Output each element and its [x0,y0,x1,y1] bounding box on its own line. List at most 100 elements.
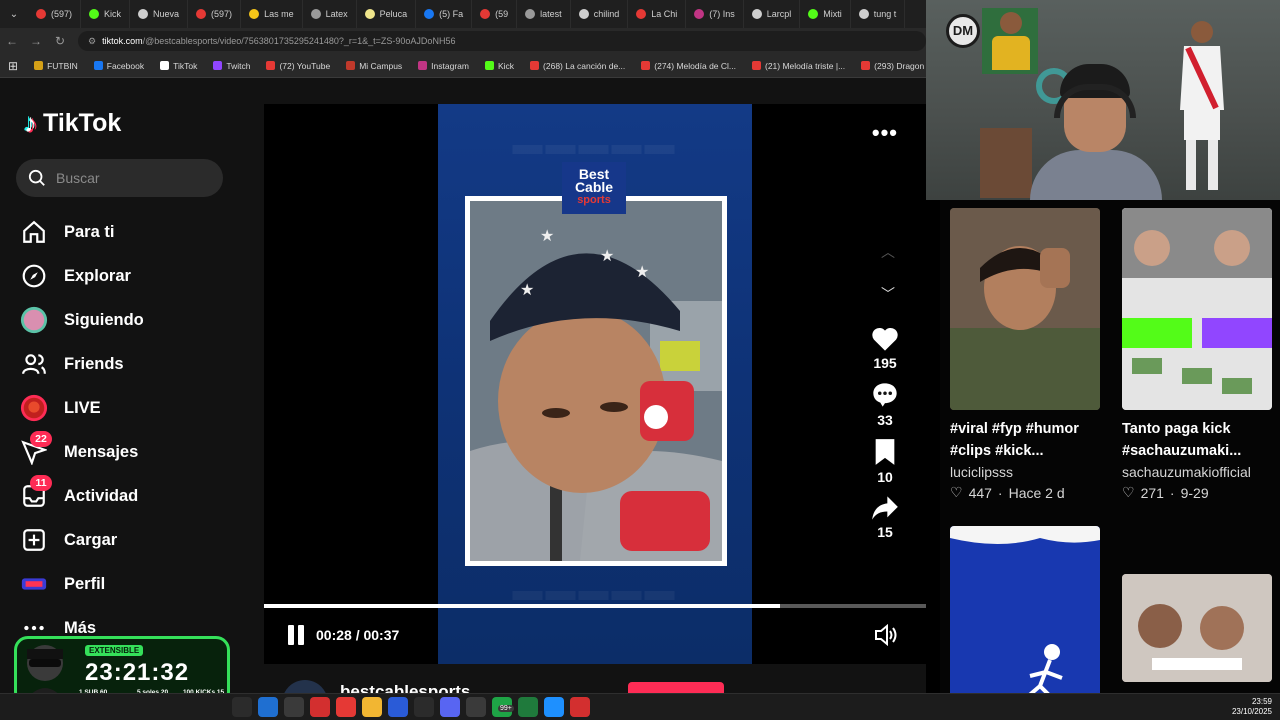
sidebar-item-label: Perfil [64,574,106,593]
search-box[interactable] [16,159,223,197]
bookmark-item[interactable]: (21) Melodía triste |... [744,61,853,71]
word-icon[interactable] [388,697,408,717]
browser-tab[interactable]: chilind [571,0,629,28]
video-progress-fill [264,604,781,608]
save-button[interactable]: 10 [873,438,897,485]
sidebar-item-siguiendo[interactable]: Siguiendo [20,298,230,342]
bookmark-item[interactable]: FUTBIN [26,61,86,71]
follow-button[interactable] [628,682,724,693]
browser-tab[interactable]: Kick [81,0,131,28]
video-thumbnail[interactable] [950,526,1100,693]
browser-tab[interactable]: Peluca [357,0,417,28]
notification-badge: 22 [30,431,52,447]
back-icon[interactable]: ← [0,34,24,48]
bookmark-item[interactable]: Kick [477,61,522,71]
pause-button[interactable] [288,625,304,645]
more-options-icon[interactable]: ••• [872,120,898,146]
recommended-video-card[interactable] [950,526,1100,693]
sidebar-item-actividad[interactable]: 11 Actividad [20,474,230,518]
browser-tab[interactable]: latest [517,0,571,28]
recommended-title[interactable]: Tanto paga kick #sachauzumaki... [1122,418,1280,462]
browser-tab[interactable]: Larcpl [744,0,801,28]
browser-tab[interactable]: Nueva [130,0,189,28]
comment-button[interactable]: 33 [871,381,899,428]
browser-tab[interactable]: Mixti [800,0,851,28]
media-player-icon[interactable] [570,697,590,717]
author-name[interactable]: bestcablesports [340,682,470,693]
record-icon[interactable] [310,697,330,717]
share-button[interactable]: 15 [871,495,899,540]
sidebar-item-cargar[interactable]: Cargar [20,518,230,562]
bookmark-item[interactable]: (274) Melodía de Cl... [633,61,744,71]
taskbar-clock[interactable]: 23:59 23/10/2025 [1232,697,1272,717]
browser-tab[interactable]: (597) [188,0,242,28]
settings-icon[interactable] [466,697,486,717]
recommended-author[interactable]: sachauzumakiofficial [1122,464,1272,480]
browser-tab[interactable]: La Chi [628,0,687,28]
sidebar-item-live[interactable]: LIVE [20,386,230,430]
sidebar-item-friends[interactable]: Friends [20,342,230,386]
search-input[interactable] [56,170,206,186]
sidebar-item-label: Cargar [64,530,118,549]
bookmark-item[interactable]: Twitch [205,61,258,71]
forward-icon[interactable]: → [24,34,48,48]
media-icon[interactable] [336,697,356,717]
bookmark-label: FUTBIN [47,60,78,71]
volume-button[interactable] [874,623,898,651]
like-count: 195 [873,355,897,371]
bookmark-item[interactable]: (268) La canción de... [522,61,633,71]
browser-tab[interactable]: Las me [241,0,303,28]
discord-icon[interactable] [440,697,460,717]
terminal-icon[interactable] [284,697,304,717]
browser-tab[interactable]: tung t [851,0,906,28]
volume-icon [875,623,897,647]
next-video-icon[interactable]: ﹀ [881,284,895,304]
bookmark-item[interactable]: Mi Campus [338,61,410,71]
browser-tab[interactable]: (597) [28,0,82,28]
video-thumbnail[interactable] [1122,208,1272,410]
video-player[interactable]: ▬▬▬▬▬ ▬▬▬▬▬ ★ ★ ★ ★ Best Cable sports ••… [264,104,926,664]
sidebar-item-explorar[interactable]: Explorar [20,254,230,298]
browser-tab[interactable]: (5) Fa [416,0,473,28]
tab-favicon-icon [89,9,100,19]
recommended-date: 9-29 [1180,484,1209,501]
tab-search-chevron-icon[interactable]: ⌄ [0,9,28,20]
bookmark-item[interactable]: (293) Dragon Ball E... [853,61,926,71]
recommended-title[interactable]: #viral #fyp #humor #clips #kick... [950,418,1110,462]
author-avatar[interactable] [282,680,328,693]
site-info-icon[interactable]: ⚙ [88,36,96,47]
like-button[interactable]: 195 [871,326,899,371]
folder-icon[interactable] [362,697,382,717]
video-progress-bar[interactable] [264,604,926,608]
whatsapp-icon[interactable]: 99+ [492,697,514,717]
video-controls: 00:28 / 00:37 [264,616,926,656]
previous-video-icon[interactable]: ︿ [881,242,895,262]
recommended-video-card[interactable]: #viral #fyp #humor #clips #kick... lucicl… [950,208,1100,501]
edge-icon[interactable] [258,697,278,717]
tiktok-logo[interactable]: ♪ TikTok [24,108,121,139]
sidebar-item-perfil[interactable]: Perfil [20,562,230,606]
recommended-video-card[interactable]: Tanto paga kick #sachauzumaki... sachauzu… [1122,208,1272,501]
calculator-icon[interactable] [518,697,538,717]
video-frame[interactable]: ▬▬▬▬▬ ▬▬▬▬▬ ★ ★ ★ ★ Best Cable sports [438,104,752,664]
recommended-video-card[interactable] [1122,574,1272,682]
video-thumbnail[interactable] [950,208,1100,410]
sidebar-item-para-ti[interactable]: Para ti [20,210,230,254]
app-icon[interactable] [232,697,252,717]
tiktok-app-icon[interactable] [414,697,434,717]
sidebar-item-label: LIVE [64,398,101,417]
bookmark-item[interactable]: Facebook [86,61,152,71]
apps-grid-icon[interactable]: ⊞ [0,59,26,73]
sidebar-item-mensajes[interactable]: 22 Mensajes [20,430,230,474]
bookmark-item[interactable]: (72) YouTube [258,61,338,71]
browser-tab[interactable]: Latex [303,0,357,28]
bookmark-item[interactable]: TikTok [152,61,205,71]
url-field[interactable]: ⚙ tiktok.com/@bestcablesports/video/7563… [78,31,926,51]
bookmark-item[interactable]: Instagram [410,61,477,71]
photos-icon[interactable] [544,697,564,717]
browser-tab[interactable]: (59 [472,0,518,28]
recommended-author[interactable]: luciclipsss [950,464,1100,480]
browser-tab[interactable]: (7) Ins [686,0,744,28]
video-thumbnail[interactable] [1122,574,1272,682]
reload-icon[interactable]: ↻ [48,34,72,48]
